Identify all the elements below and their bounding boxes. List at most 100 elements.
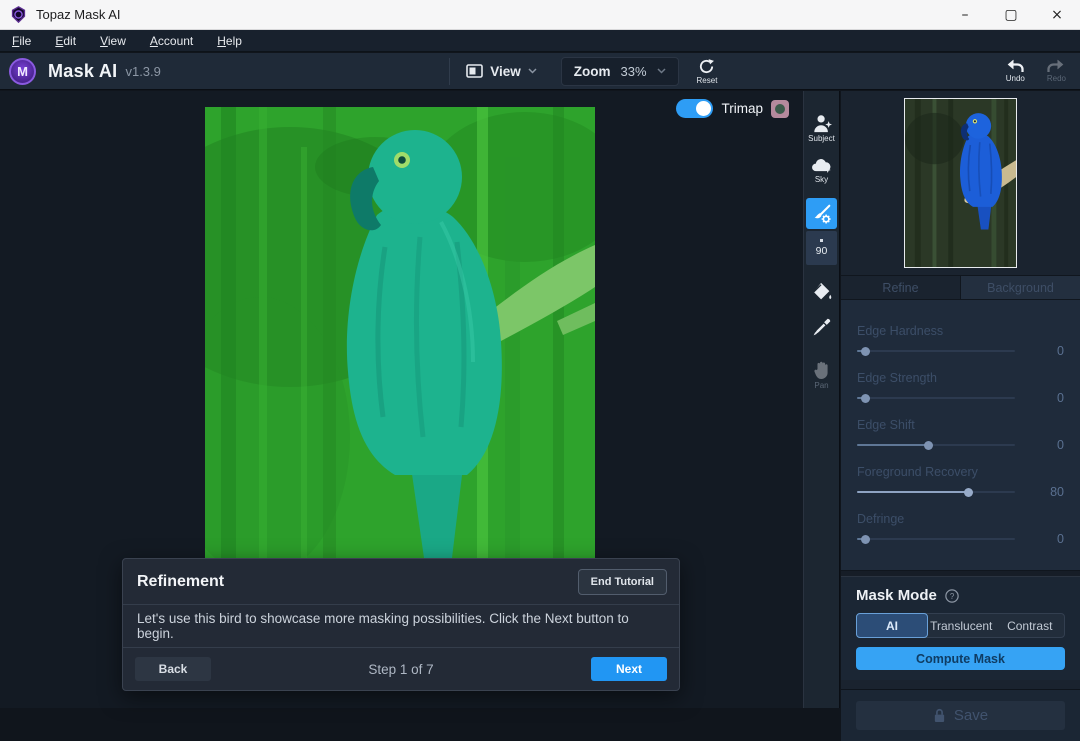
compute-mask-button[interactable]: Compute Mask — [856, 647, 1065, 670]
menu-help[interactable]: Help — [205, 32, 254, 50]
save-section: Save — [841, 689, 1080, 741]
pan-hand-icon — [813, 360, 831, 380]
slider-thumb[interactable] — [861, 347, 870, 356]
chevron-down-icon — [657, 68, 666, 74]
window-controls: – ▢ × — [942, 0, 1080, 29]
redo-label: Redo — [1047, 74, 1066, 83]
maximize-button[interactable]: ▢ — [988, 0, 1034, 29]
slider-label: Foreground Recovery — [857, 465, 1064, 479]
trimap-color-swatch[interactable] — [771, 100, 789, 118]
undo-button[interactable]: Undo — [1006, 59, 1025, 83]
tab-background[interactable]: Background — [960, 276, 1080, 299]
eyedropper-icon — [811, 317, 832, 338]
logo-letter: M — [17, 64, 28, 79]
slider-value: 0 — [1028, 391, 1064, 405]
slider-thumb[interactable] — [861, 394, 870, 403]
slider-track[interactable] — [857, 350, 1015, 352]
mode-contrast[interactable]: Contrast — [996, 614, 1065, 637]
tab-refine[interactable]: Refine — [841, 276, 960, 299]
subject-person-icon — [811, 113, 833, 133]
slider-track[interactable] — [857, 538, 1015, 540]
mask-mode-title: Mask Mode — [856, 587, 937, 604]
chevron-down-icon — [528, 68, 537, 74]
next-button[interactable]: Next — [591, 657, 667, 681]
slider-thumb[interactable] — [924, 441, 933, 450]
slider-thumb[interactable] — [861, 535, 870, 544]
slider-defringe: Defringe 0 — [857, 512, 1064, 546]
slider-label: Edge Strength — [857, 371, 1064, 385]
reset-icon — [698, 58, 715, 75]
title-bar: Topaz Mask AI – ▢ × — [0, 0, 1080, 30]
view-dropdown[interactable]: View — [449, 58, 547, 85]
pan-tool[interactable]: Pan — [813, 360, 831, 390]
slider-edge-strength: Edge Strength 0 — [857, 371, 1064, 405]
mask-mode-section: Mask Mode ? AI Translucent Contrast Comp… — [841, 576, 1080, 680]
app-version: v1.3.9 — [125, 64, 160, 79]
slider-thumb[interactable] — [964, 488, 973, 497]
zoom-dropdown[interactable]: Zoom 33% — [561, 57, 679, 86]
menu-view[interactable]: View — [88, 32, 138, 50]
slider-label: Defringe — [857, 512, 1064, 526]
menu-account[interactable]: Account — [138, 32, 205, 50]
brush-size-control[interactable]: 90 — [806, 231, 837, 265]
original-image-thumbnail[interactable] — [904, 98, 1017, 268]
slider-label: Edge Hardness — [857, 324, 1064, 338]
lock-icon — [933, 708, 946, 723]
close-button[interactable]: × — [1034, 0, 1080, 29]
slider-edge-hardness: Edge Hardness 0 — [857, 324, 1064, 358]
menu-edit[interactable]: Edit — [43, 32, 88, 50]
mode-ai[interactable]: AI — [856, 613, 928, 638]
redo-button[interactable]: Redo — [1047, 59, 1066, 83]
undo-label: Undo — [1006, 74, 1025, 83]
topaz-logo-icon — [10, 6, 27, 23]
subject-tool[interactable]: Subject — [808, 113, 835, 143]
undo-redo-group: Undo Redo — [1006, 59, 1066, 83]
refine-background-tabs: Refine Background — [841, 275, 1080, 299]
brush-tool-selected[interactable] — [806, 198, 837, 229]
preview-thumbnail-wrap — [841, 91, 1080, 275]
sky-tool[interactable]: Sky — [810, 157, 833, 184]
minimize-button[interactable]: – — [942, 0, 988, 29]
zoom-value: 33% — [620, 64, 646, 79]
view-label: View — [490, 64, 521, 79]
fill-bucket-tool[interactable] — [811, 281, 833, 303]
slider-label: Edge Shift — [857, 418, 1064, 432]
zoom-label: Zoom — [574, 64, 611, 79]
undo-icon — [1006, 59, 1024, 73]
mask-mode-segmented: AI Translucent Contrast — [856, 613, 1065, 638]
window-title: Topaz Mask AI — [36, 7, 121, 22]
dialog-body-text: Let's use this bird to showcase more mas… — [123, 605, 679, 648]
toggle-knob — [696, 101, 711, 116]
end-tutorial-button[interactable]: End Tutorial — [578, 569, 667, 595]
main-area: Trimap Refinement End Tutorial Let's use… — [0, 91, 1080, 708]
slider-foreground-recovery: Foreground Recovery 80 — [857, 465, 1064, 499]
tutorial-dialog: Refinement End Tutorial Let's use this b… — [122, 558, 680, 691]
save-button[interactable]: Save — [856, 701, 1065, 730]
mode-translucent[interactable]: Translucent — [927, 614, 996, 637]
redo-icon — [1047, 59, 1065, 73]
brush-size-value: 90 — [816, 245, 828, 257]
slider-value: 0 — [1028, 344, 1064, 358]
slider-track[interactable] — [857, 397, 1015, 399]
help-icon[interactable]: ? — [945, 589, 959, 603]
slider-value: 80 — [1028, 485, 1064, 499]
slider-track[interactable] — [857, 444, 1015, 446]
trimap-toggle[interactable] — [676, 99, 713, 118]
dialog-footer: Back Step 1 of 7 Next — [123, 648, 679, 690]
trimap-control: Trimap — [670, 95, 795, 122]
swatch-inner — [775, 104, 785, 114]
trimap-label: Trimap — [721, 101, 763, 116]
refine-sliders-panel: Edge Hardness 0 Edge Strength 0 — [841, 299, 1080, 570]
slider-track[interactable] — [857, 491, 1015, 493]
brush-settings-icon — [811, 203, 833, 225]
eyedropper-tool[interactable] — [811, 317, 832, 338]
menu-file[interactable]: File — [0, 32, 43, 50]
masked-photo-parrot[interactable] — [205, 107, 595, 558]
paint-bucket-icon — [811, 281, 833, 303]
slider-value: 0 — [1028, 532, 1064, 546]
canvas-area[interactable]: Trimap Refinement End Tutorial Let's use… — [0, 91, 803, 708]
sky-label: Sky — [815, 175, 828, 184]
reset-button[interactable]: Reset — [697, 58, 718, 85]
dialog-header: Refinement End Tutorial — [123, 559, 679, 605]
menu-bar: File Edit View Account Help — [0, 30, 1080, 52]
